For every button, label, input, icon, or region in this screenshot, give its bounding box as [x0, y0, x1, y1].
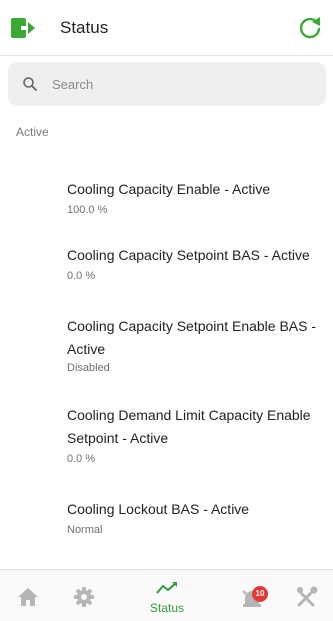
page-title: Status [60, 18, 109, 37]
item-name: Cooling Capacity Enable - Active [67, 181, 271, 197]
nav-status-label: Status [149, 601, 185, 615]
search-input[interactable] [52, 70, 312, 98]
exit-button[interactable] [10, 17, 36, 39]
alarm-count-badge: 10 [252, 586, 268, 602]
section-header-active: Active [16, 125, 49, 139]
search-bar[interactable] [8, 62, 326, 106]
nav-home[interactable] [4, 570, 54, 621]
search-icon [23, 77, 37, 91]
item-value: 0.0 % [67, 453, 96, 465]
item-name: Cooling Capacity Setpoint Enable BAS - A… [67, 318, 317, 357]
nav-alarms[interactable]: 10 [228, 570, 278, 621]
item-value: 100.0 % [67, 204, 108, 216]
home-icon [18, 588, 38, 606]
trend-icon [156, 582, 177, 594]
nav-tools[interactable] [285, 570, 330, 621]
nav-settings[interactable] [60, 570, 110, 621]
tools-icon [297, 586, 318, 607]
bottom-navigation: Status 10 [0, 569, 333, 621]
item-name: Cooling Lockout BAS - Active [67, 501, 250, 517]
refresh-button[interactable] [297, 14, 323, 42]
gear-icon [74, 587, 94, 607]
nav-status[interactable]: Status [137, 570, 197, 621]
item-value: Normal [67, 524, 103, 536]
header-bar: Status [0, 0, 333, 56]
item-name: Cooling Demand Limit Capacity Enable Set… [67, 407, 311, 446]
item-name: Cooling Capacity Setpoint BAS - Active [67, 247, 310, 263]
item-value: 0.0 % [67, 270, 96, 282]
item-value: Disabled [67, 362, 110, 374]
refresh-icon [299, 17, 321, 39]
exit-to-app-icon [11, 18, 35, 38]
app-root: Status Active Cooling Capacity Enable - … [0, 0, 333, 621]
